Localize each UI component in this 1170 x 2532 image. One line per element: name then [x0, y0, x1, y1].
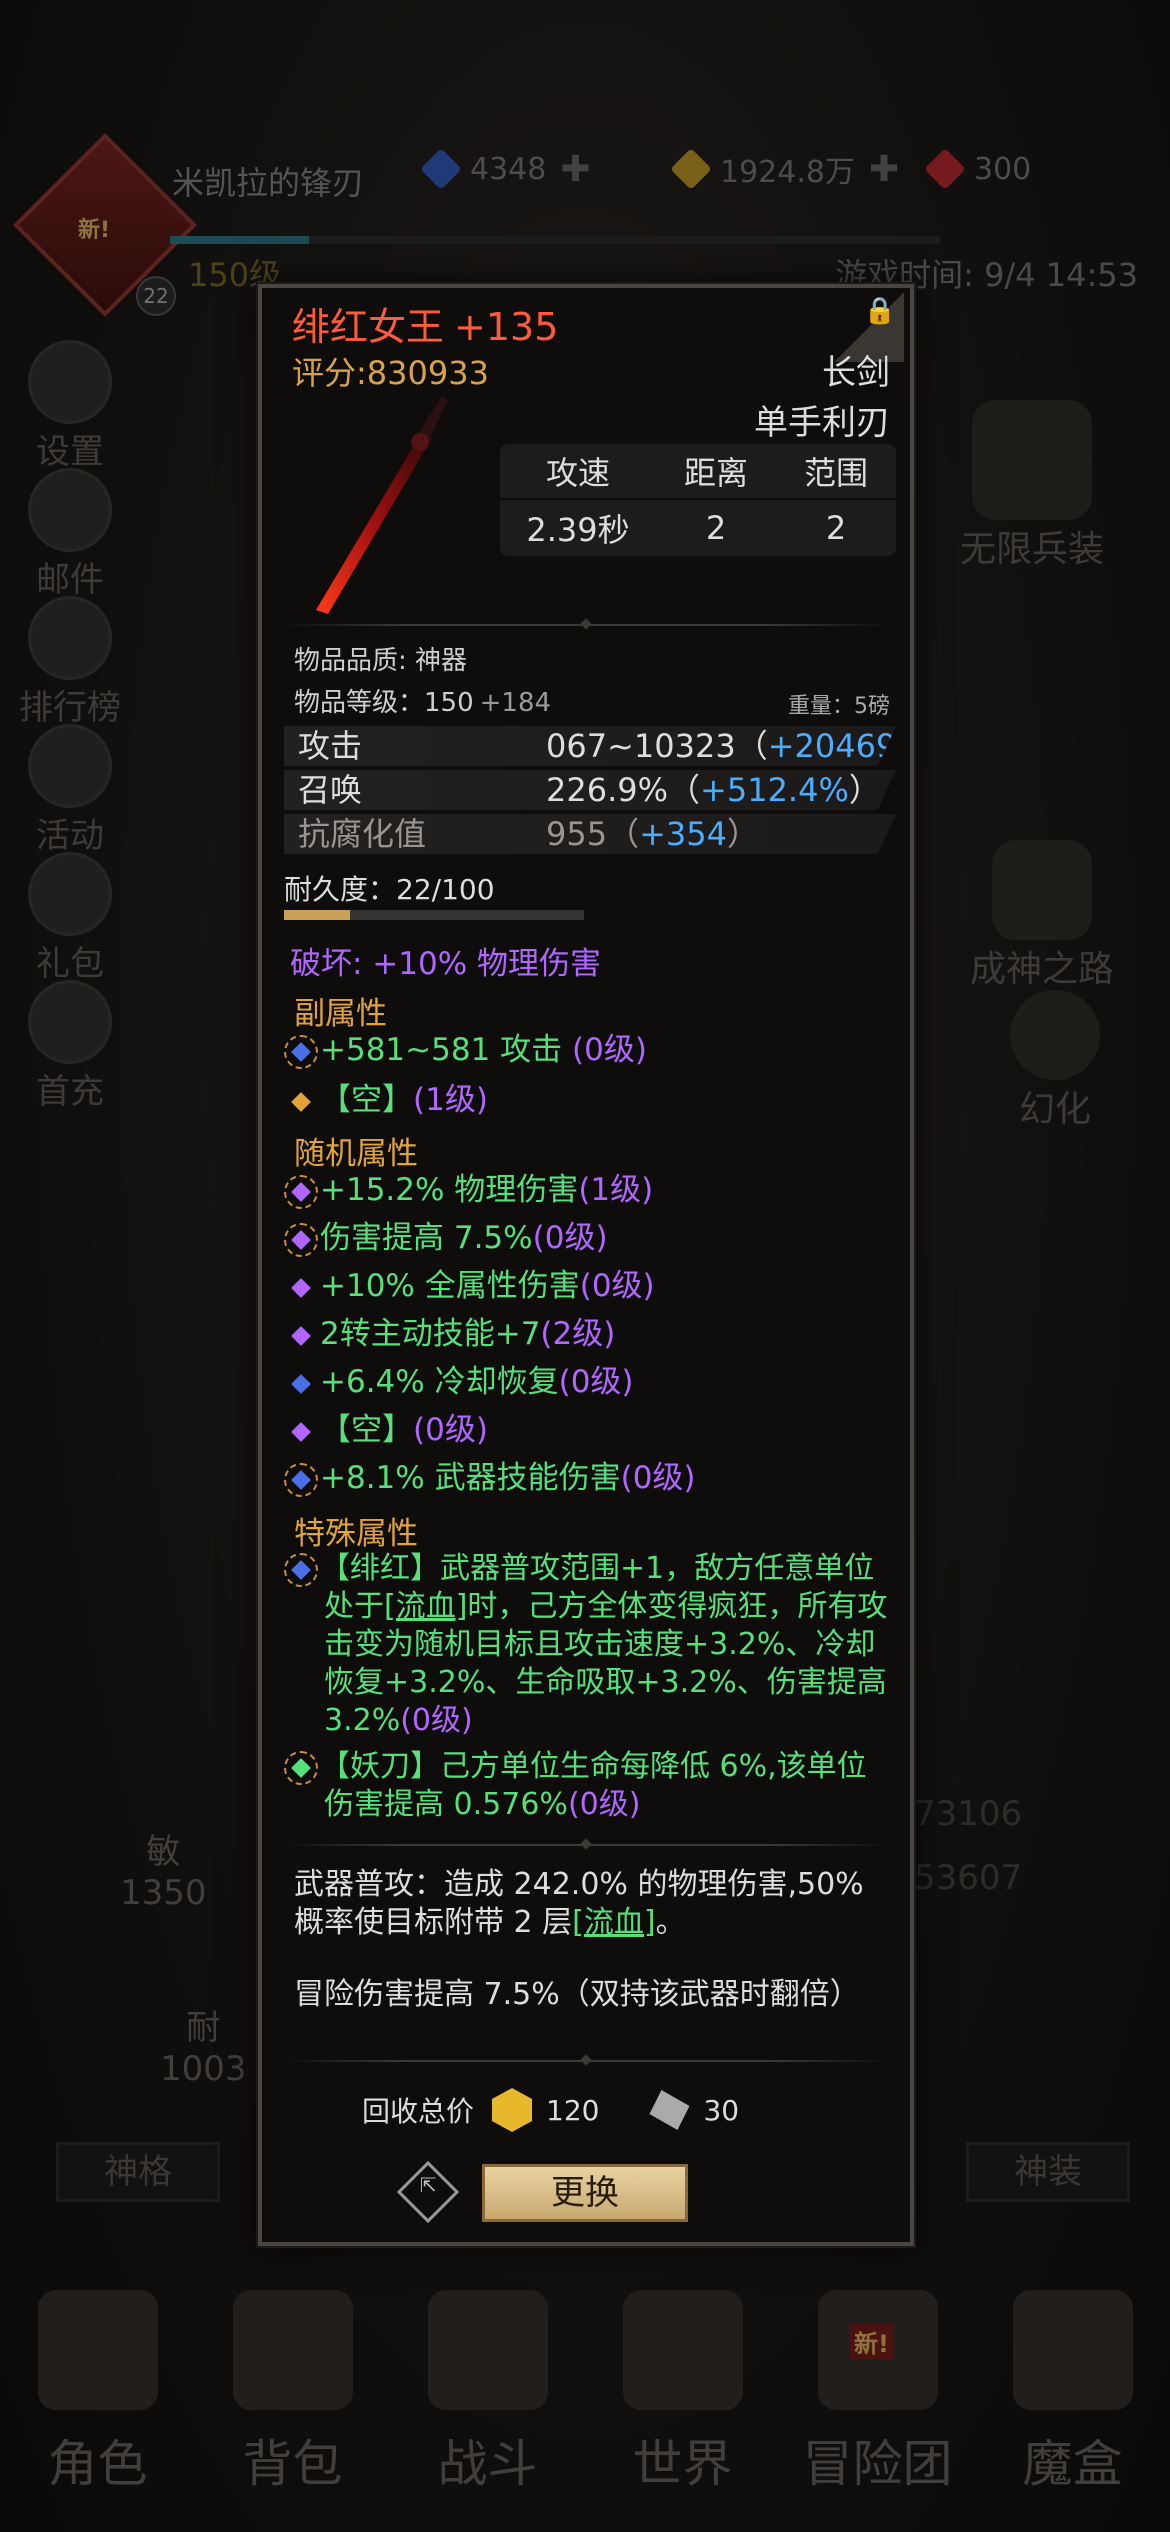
- stat-summon: 召唤 226.9%（+512.4%）: [284, 770, 896, 810]
- socket-icon: [284, 1222, 318, 1257]
- replace-button[interactable]: 更换: [482, 2164, 688, 2222]
- speed-range-table: 攻速 距离 范围 2.39秒 2 2: [500, 444, 896, 556]
- socket-icon: [284, 1034, 318, 1069]
- rand-attr-5: +6.4% 冷却恢复(0级): [284, 1360, 634, 1404]
- sub-attr-1: +581~581 攻击 (0级): [284, 1028, 647, 1072]
- stat-attack: 攻击 067~10323（+20469-: [284, 726, 896, 766]
- lock-icon: 🔒: [863, 296, 896, 326]
- special-attr-demon-blade: 【妖刀】己方单位生命每降低 6%,该单位伤害提高 0.576%(0级): [284, 1748, 896, 1824]
- sub-attr-2: 【空】(1级): [284, 1078, 488, 1122]
- break-attribute: 破坏: +10% 物理伤害: [290, 946, 602, 982]
- divider: [282, 2060, 890, 2062]
- gem-icon: [291, 1373, 311, 1394]
- rand-attr-1: +15.2% 物理伤害(1级): [284, 1168, 653, 1212]
- special-attr-crimson: 【绯红】武器普攻范围+1，敌方任意单位处于[流血]时，己方全体变得疯狂，所有攻击…: [284, 1550, 896, 1740]
- gem-icon: [291, 1421, 311, 1442]
- durability-bar: [284, 910, 584, 920]
- divider: [282, 624, 890, 626]
- divider: [282, 1844, 890, 1846]
- shard-icon: [649, 2090, 690, 2130]
- item-weight: 重量：5磅: [788, 694, 890, 719]
- socket-icon: [284, 1552, 318, 1587]
- weapon-attack-desc: 武器普攻：造成 242.0% 的物理伤害,50% 概率使目标附带 2 层[流血]…: [294, 1867, 864, 1940]
- item-title: 绯红女王 +135: [292, 305, 559, 349]
- item-tooltip: 绯红女王 +135 🔒 评分:830933 长剑 单手利刃 攻速 距离 范围 2…: [258, 284, 914, 2246]
- socket-icon: [284, 1462, 318, 1497]
- stat-corruption-resist: 抗腐化值 955（+354）: [284, 814, 896, 854]
- sword-icon: [316, 396, 448, 614]
- rand-attr-2: 伤害提高 7.5%(0级): [284, 1216, 608, 1260]
- gem-icon: [291, 1091, 311, 1112]
- rand-attr-3: +10% 全属性伤害(0级): [284, 1264, 655, 1308]
- weapon-type: 长剑 单手利刃: [754, 353, 890, 443]
- gem-icon: [291, 1277, 311, 1298]
- adventure-damage-desc: 冒险伤害提高 7.5%（双持该武器时翻倍）: [294, 1977, 860, 2012]
- gem-icon: [291, 1325, 311, 1346]
- recycle-value: 回收总价 120 30: [362, 2088, 739, 2132]
- share-icon: ⇱: [419, 2173, 437, 2198]
- item-level: 物品等级：150 +184: [294, 688, 552, 718]
- gold-gem-icon: [492, 2088, 533, 2132]
- rand-attr-7: +8.1% 武器技能伤害(0级): [284, 1456, 696, 1500]
- rand-attr-6: 【空】(0级): [284, 1408, 488, 1452]
- durability-label: 耐久度：22/100: [284, 873, 495, 906]
- share-button[interactable]: ⇱: [396, 2160, 460, 2224]
- socket-icon: [284, 1174, 318, 1209]
- rand-attr-4: 2转主动技能+7(2级): [284, 1312, 615, 1356]
- socket-icon: [284, 1750, 318, 1785]
- item-quality: 物品品质: 神器: [294, 646, 468, 676]
